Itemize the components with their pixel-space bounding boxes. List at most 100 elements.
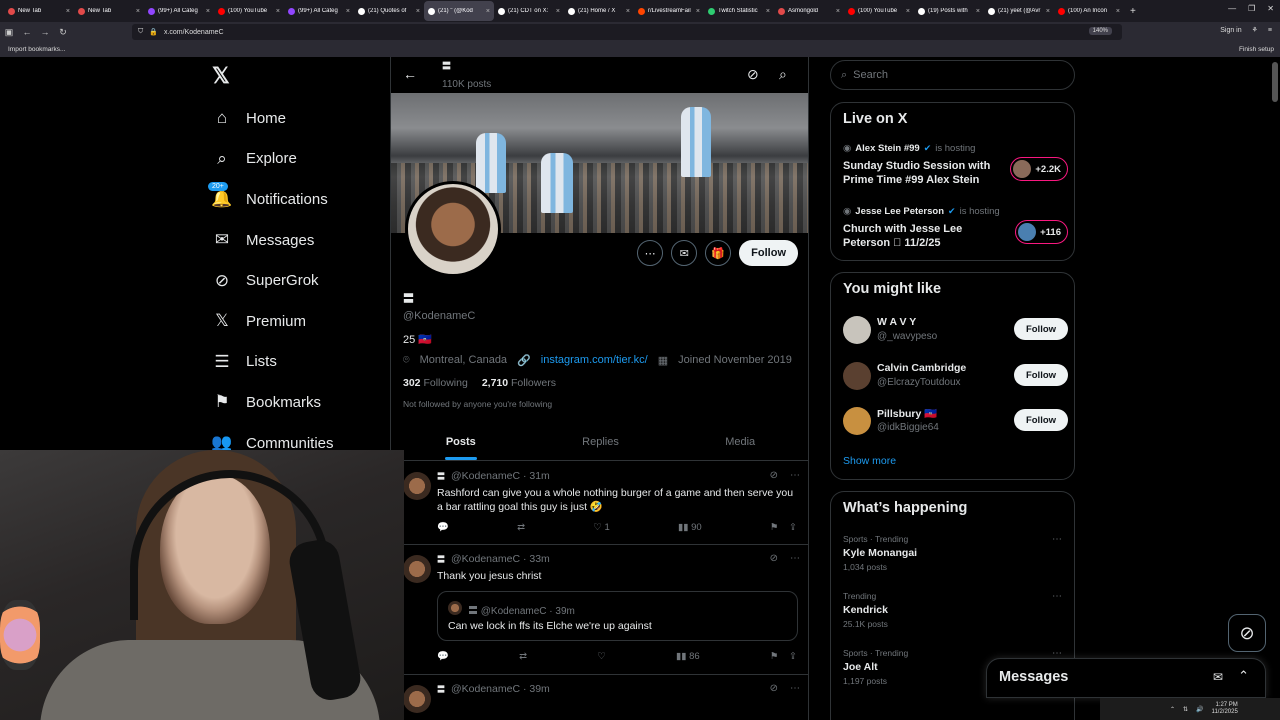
back-icon[interactable]: ← bbox=[18, 27, 36, 37]
close-icon[interactable]: ✕ bbox=[1267, 4, 1274, 13]
more-options-icon[interactable]: ⋯ bbox=[637, 240, 664, 266]
share-icon[interactable]: ⇪ bbox=[789, 522, 797, 533]
menu-icon[interactable]: ≡ bbox=[1268, 27, 1272, 34]
gift-icon[interactable]: 🎁 bbox=[705, 240, 732, 266]
tab-close-icon[interactable]: × bbox=[66, 8, 70, 15]
tab-close-icon[interactable]: × bbox=[976, 8, 980, 15]
search-icon[interactable]: ⌕ bbox=[779, 66, 787, 83]
tab-close-icon[interactable]: × bbox=[1046, 8, 1050, 15]
follow-button[interactable]: Follow bbox=[1014, 409, 1068, 431]
tweet-display-name[interactable]: 〓 bbox=[437, 472, 445, 481]
tab-close-icon[interactable]: × bbox=[486, 8, 490, 15]
sidebar-item-bookmarks[interactable]: ⚑ Bookmarks bbox=[212, 382, 334, 423]
network-icon[interactable]: ⇅ bbox=[1183, 706, 1188, 713]
grok-icon[interactable]: ⊘ bbox=[747, 66, 759, 83]
follow-button[interactable]: Follow bbox=[739, 240, 798, 266]
show-more-link[interactable]: Show more bbox=[843, 455, 896, 467]
reply-icon[interactable]: 💬 bbox=[437, 522, 449, 533]
browser-tab[interactable]: Twitch Statistic × bbox=[704, 1, 774, 21]
lock-icon[interactable]: 🔒 bbox=[149, 28, 158, 36]
browser-tab[interactable]: (100) An Incon × bbox=[1054, 1, 1124, 21]
url-bar[interactable]: ⛉ 🔒 x.com/KodenameC 140% bbox=[132, 24, 1122, 40]
finish-setup-link[interactable]: Finish setup bbox=[1239, 46, 1274, 53]
views-button[interactable]: ▮▮ 86 bbox=[676, 651, 700, 662]
tweet-time[interactable]: 31m bbox=[529, 470, 549, 482]
browser-tab[interactable]: (99+) All Categ × bbox=[284, 1, 354, 21]
browser-tab[interactable]: (99+) All Categ × bbox=[144, 1, 214, 21]
sidebar-item-explore[interactable]: ⌕ Explore bbox=[212, 139, 334, 180]
views-button[interactable]: ▮▮ 90 bbox=[678, 522, 702, 533]
tweet-avatar[interactable] bbox=[403, 555, 431, 583]
browser-tab[interactable]: (21) Quotes of × bbox=[354, 1, 424, 21]
sidebar-item-supergrok[interactable]: ⊘ SuperGrok bbox=[212, 260, 334, 301]
wtf-user[interactable]: Calvin Cambridge @ElcrazyToutdoux Follow bbox=[843, 359, 1068, 395]
share-icon[interactable]: ⇪ bbox=[789, 651, 797, 662]
browser-tab[interactable]: (100) YouTube × bbox=[844, 1, 914, 21]
new-message-icon[interactable]: ✉ bbox=[1213, 670, 1223, 684]
tweet-time[interactable]: 33m bbox=[529, 553, 549, 565]
tab-close-icon[interactable]: × bbox=[766, 8, 770, 15]
sign-in-button[interactable]: Sign in bbox=[1220, 27, 1241, 34]
forward-icon[interactable]: → bbox=[36, 27, 54, 37]
tab-close-icon[interactable]: × bbox=[836, 8, 840, 15]
tab-close-icon[interactable]: × bbox=[906, 8, 910, 15]
trend-item[interactable]: Trending Kendrick 25.1K posts ⋯ bbox=[843, 591, 1068, 629]
tweet-handle[interactable]: @KodenameC bbox=[451, 553, 520, 565]
tab-media[interactable]: Media bbox=[670, 427, 808, 460]
browser-tab[interactable]: (19) Posts with × bbox=[914, 1, 984, 21]
grok-floating-button[interactable]: ⊘ bbox=[1228, 614, 1266, 652]
x-logo-icon[interactable]: 𝕏 bbox=[212, 65, 234, 87]
tweet[interactable]: 〓 @KodenameC · 39m ⊘ ⋯ bbox=[391, 675, 808, 720]
browser-tab[interactable]: (21) Home / X × bbox=[564, 1, 634, 21]
tab-close-icon[interactable]: × bbox=[1116, 8, 1120, 15]
sidebar-item-lists[interactable]: ☰ Lists bbox=[212, 342, 334, 383]
wtf-user[interactable]: W A V Y @_wavypeso Follow bbox=[843, 313, 1068, 349]
tweet-handle[interactable]: @KodenameC bbox=[451, 683, 520, 695]
clock[interactable]: 1:27 PM 11/2/2025 bbox=[1212, 702, 1238, 716]
profile-link[interactable]: instagram.com/tier.kc/ bbox=[541, 354, 648, 367]
sidebar-item-messages[interactable]: ✉ Messages bbox=[212, 220, 334, 261]
browser-tab[interactable]: New Tab × bbox=[74, 1, 144, 21]
more-icon[interactable]: ⋯ bbox=[790, 470, 800, 481]
sidebar-toggle-icon[interactable]: ▣ bbox=[0, 27, 18, 38]
browser-tab[interactable]: New Tab × bbox=[4, 1, 74, 21]
tab-close-icon[interactable]: × bbox=[346, 8, 350, 15]
like-button[interactable]: ♡ 1 bbox=[593, 522, 609, 533]
new-tab-icon[interactable]: + bbox=[1130, 6, 1136, 17]
tab-close-icon[interactable]: × bbox=[556, 8, 560, 15]
more-icon[interactable]: ⋯ bbox=[790, 553, 800, 564]
messages-drawer[interactable]: Messages ✉ ⌃ bbox=[986, 658, 1266, 698]
shield-icon[interactable]: ⛉ bbox=[138, 28, 143, 36]
url-text[interactable]: x.com/KodenameC bbox=[164, 29, 224, 36]
live-item[interactable]: ◉ Alex Stein #99 ✔ is hosting Sunday Studio… bbox=[843, 143, 1068, 187]
profile-avatar[interactable] bbox=[405, 181, 501, 277]
browser-tab[interactable]: Asmongold × bbox=[774, 1, 844, 21]
tweet-display-name[interactable]: 〓 bbox=[437, 685, 445, 694]
tab-close-icon[interactable]: × bbox=[276, 8, 280, 15]
tweet[interactable]: 〓 @KodenameC · 33m ⊘ ⋯ Thank you jesus chr… bbox=[391, 545, 808, 675]
grok-icon[interactable]: ⊘ bbox=[770, 683, 778, 694]
reload-icon[interactable]: ↻ bbox=[54, 27, 72, 38]
browser-tab[interactable]: (21) yeet (@Avr × bbox=[984, 1, 1054, 21]
sidebar-item-home[interactable]: ⌂ Home bbox=[212, 98, 334, 139]
bookmark-icon[interactable]: ⚑ bbox=[770, 522, 779, 533]
tab-close-icon[interactable]: × bbox=[206, 8, 210, 15]
live-item[interactable]: ◉ Jesse Lee Peterson ✔ is hosting Church wi… bbox=[843, 206, 1068, 250]
zoom-level[interactable]: 140% bbox=[1088, 27, 1112, 35]
tray-chevron-icon[interactable]: ⌃ bbox=[1170, 706, 1175, 713]
quoted-tweet[interactable]: 〓 @KodenameC · 39m Can we lock in ffs it… bbox=[437, 591, 798, 641]
follow-button[interactable]: Follow bbox=[1014, 364, 1068, 386]
more-icon[interactable]: ⋯ bbox=[1052, 591, 1062, 602]
minimize-icon[interactable]: — bbox=[1228, 4, 1236, 13]
follow-button[interactable]: Follow bbox=[1014, 318, 1068, 340]
sidebar-item-notifications[interactable]: 🔔 Notifications 20+ bbox=[208, 179, 334, 220]
tab-close-icon[interactable]: × bbox=[416, 8, 420, 15]
tweet[interactable]: 〓 @KodenameC · 31m ⊘ ⋯ Rashford can give y… bbox=[391, 462, 808, 545]
wtf-user[interactable]: Pillsbury 🇭🇹 @idkBiggie64 Follow bbox=[843, 404, 1068, 440]
tab-posts[interactable]: Posts bbox=[391, 427, 531, 460]
tab-close-icon[interactable]: × bbox=[626, 8, 630, 15]
message-icon[interactable]: ✉ bbox=[671, 240, 698, 266]
like-icon[interactable]: ♡ bbox=[597, 651, 606, 662]
import-bookmarks-link[interactable]: Import bookmarks... bbox=[8, 46, 65, 53]
live-listeners-pill[interactable]: +116 bbox=[1015, 220, 1068, 244]
